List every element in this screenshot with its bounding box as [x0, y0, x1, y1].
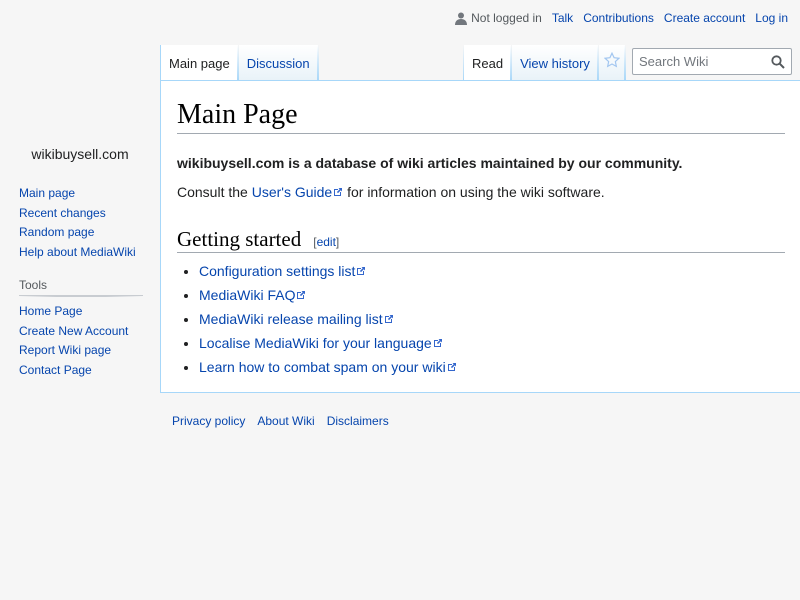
consult-prefix: Consult the — [177, 184, 252, 201]
edit-section-link[interactable]: edit — [317, 235, 336, 249]
tab-read[interactable]: Read — [464, 45, 512, 81]
section-heading: Getting started [edit] — [177, 226, 785, 253]
tab-main-page-label: Main page — [169, 56, 230, 71]
tab-separator — [317, 45, 319, 81]
user-icon — [455, 12, 468, 25]
tools-item-create-new-account[interactable]: Create New Account — [19, 324, 128, 338]
tools-item-report-wiki-page[interactable]: Report Wiki page — [19, 343, 111, 357]
consult-paragraph: Consult the User's Guide for information… — [177, 181, 785, 203]
tools-portal: Tools Home Page Create New Account Repor… — [19, 278, 143, 380]
consult-suffix: for information on using the wiki softwa… — [343, 184, 605, 201]
mailing-list-link[interactable]: MediaWiki release mailing list — [199, 311, 394, 327]
tab-main-page[interactable]: Main page — [160, 45, 238, 81]
create-account-link[interactable]: Create account — [664, 11, 745, 25]
combat-spam-link[interactable]: Learn how to combat spam on your wiki — [199, 359, 457, 375]
list-item: Learn how to combat spam on your wiki — [199, 355, 785, 379]
contributions-link[interactable]: Contributions — [583, 11, 654, 25]
namespace-tabs: Main page Discussion — [160, 45, 319, 81]
not-logged-in-label: Not logged in — [471, 11, 542, 25]
talk-link[interactable]: Talk — [552, 11, 573, 25]
watch-star-button[interactable] — [598, 45, 625, 81]
tab-view-history-label: View history — [520, 56, 590, 71]
log-in-link[interactable]: Log in — [755, 11, 788, 25]
section-title: Getting started — [177, 226, 302, 251]
tab-discussion[interactable]: Discussion — [238, 45, 318, 81]
nav-item-random-page[interactable]: Random page — [19, 225, 94, 239]
disclaimers-link[interactable]: Disclaimers — [327, 414, 389, 428]
localise-link[interactable]: Localise MediaWiki for your language — [199, 335, 443, 351]
tools-item-home-page[interactable]: Home Page — [19, 304, 82, 318]
navigation-portal: Main page Recent changes Random page Hel… — [19, 184, 143, 262]
tools-item-contact-page[interactable]: Contact Page — [19, 363, 92, 377]
tab-discussion-label: Discussion — [246, 56, 310, 71]
list-item: Localise MediaWiki for your language — [199, 331, 785, 355]
mediawiki-faq-link[interactable]: MediaWiki FAQ — [199, 287, 306, 303]
search-input[interactable] — [633, 54, 763, 69]
edit-section: [edit] — [313, 233, 339, 252]
nav-item-help[interactable]: Help about MediaWiki — [19, 245, 136, 259]
site-name-logo[interactable]: wikibuysell.com — [0, 146, 160, 162]
privacy-policy-link[interactable]: Privacy policy — [172, 414, 245, 428]
personal-tools: Not logged in Talk Contributions Create … — [455, 11, 788, 25]
star-icon — [603, 51, 621, 71]
config-settings-link[interactable]: Configuration settings list — [199, 263, 366, 279]
getting-started-list: Configuration settings list MediaWiki FA… — [199, 259, 785, 379]
left-panel: wikibuysell.com Main page Recent changes… — [0, 0, 160, 600]
anon-status: Not logged in — [455, 11, 542, 25]
page-title: Main Page — [177, 97, 785, 134]
view-tabs: Read View history — [463, 45, 626, 81]
tools-heading: Tools — [19, 278, 143, 296]
users-guide-link[interactable]: User's Guide — [252, 184, 343, 200]
nav-item-recent-changes[interactable]: Recent changes — [19, 206, 106, 220]
tab-read-label: Read — [472, 56, 504, 71]
footer-places: Privacy policy About Wiki Disclaimers — [172, 414, 401, 428]
list-item: MediaWiki FAQ — [199, 283, 785, 307]
body-text: wikibuysell.com is a database of wiki ar… — [177, 152, 785, 379]
search-box — [632, 48, 792, 75]
intro-text: wikibuysell.com is a database of wiki ar… — [177, 155, 683, 171]
search-icon[interactable] — [771, 55, 785, 69]
about-wiki-link[interactable]: About Wiki — [257, 414, 314, 428]
list-item: MediaWiki release mailing list — [199, 307, 785, 331]
edit-bracket-close: ] — [335, 234, 340, 249]
nav-item-main-page[interactable]: Main page — [19, 186, 75, 200]
tools-divider — [19, 296, 143, 297]
list-item: Configuration settings list — [199, 259, 785, 283]
content-area: Main Page wikibuysell.com is a database … — [160, 80, 800, 393]
tab-separator — [624, 45, 626, 81]
tab-view-history[interactable]: View history — [512, 45, 598, 81]
